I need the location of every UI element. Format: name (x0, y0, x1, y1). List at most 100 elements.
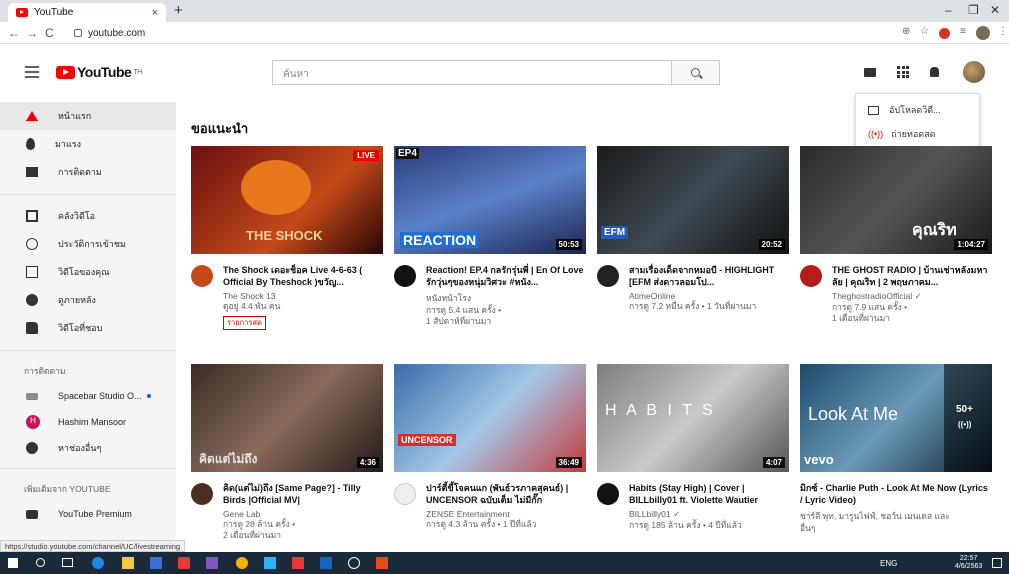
video-title[interactable]: Reaction! EP.4 กลรักรุ่นพี่ | En Of Love… (426, 264, 588, 288)
minimize-icon[interactable]: – (945, 3, 952, 17)
close-window-icon[interactable]: ✕ (990, 3, 1000, 17)
channel-name[interactable]: The Shock 13 (223, 291, 385, 301)
powerpoint-icon[interactable] (376, 557, 388, 569)
channel-avatar[interactable] (394, 265, 416, 287)
apps-grid-icon[interactable] (897, 66, 909, 78)
video-thumbnail[interactable]: Look At Me vevo 50+ ((•)) (800, 364, 992, 472)
video-title[interactable]: ปาร์ตี้ขี้โจคนแก (พันธ์วรภาคสุคนธ์) | UN… (426, 482, 588, 506)
video-title[interactable]: สามเรื่องเด็ดจากหมอบี - HIGHLIGHT [EFM ส… (629, 264, 791, 288)
video-thumbnail[interactable]: EFM 20:52 (597, 146, 789, 254)
account-avatar[interactable] (963, 61, 985, 83)
search-icon[interactable] (36, 558, 45, 567)
task-view-icon[interactable] (62, 558, 73, 567)
video-thumbnail[interactable]: คุณริท 1:04:27 (800, 146, 992, 254)
notifications-icon[interactable] (992, 558, 1002, 568)
notifications-bell-icon[interactable] (930, 67, 939, 77)
library-icon (26, 210, 38, 222)
tab-close-button[interactable]: × (152, 7, 158, 19)
sidebar-item-trending[interactable]: มาแรง (0, 130, 176, 158)
search-input[interactable]: ค้นหา (272, 60, 672, 85)
channel-avatar[interactable] (597, 483, 619, 505)
channel-name[interactable]: ZENSE Entertainment (426, 509, 588, 519)
youtube-logo[interactable]: YouTube TH (56, 64, 142, 80)
channel-name[interactable]: TheghostradioOfficial ✓ (832, 291, 994, 302)
video-thumbnail[interactable]: คิดแต่ไม่ถึง 4:36 (191, 364, 383, 472)
sidebar-item-watch-later[interactable]: ดูภายหลัง (0, 286, 176, 314)
address-bar[interactable]: youtube.com (74, 24, 874, 42)
clock[interactable]: 22:57 4/6/2563 (955, 555, 982, 571)
video-meta: มิกซ์ - Charlie Puth - Look At Me Now (L… (800, 482, 992, 534)
channel-name[interactable]: Gene Lab (223, 509, 385, 519)
playlist-count: 50+ (956, 404, 973, 415)
sidebar-item-liked-videos[interactable]: วิดีโอที่ชอบ (0, 314, 176, 342)
app-icon[interactable] (348, 557, 360, 569)
sidebar-item-label: วิดีโอของคุณ (58, 267, 110, 277)
video-thumbnail[interactable]: H A B I T S 4:07 (597, 364, 789, 472)
search-button[interactable] (672, 60, 720, 85)
video-thumbnail[interactable]: UNCENSOR 36:49 (394, 364, 586, 472)
video-duration: 4:07 (762, 457, 785, 468)
video-title[interactable]: Habits (Stay High) | Cover | BILLbilly01… (629, 482, 791, 506)
zoom-icon[interactable]: ⊕ (902, 26, 910, 37)
subscriptions-icon (26, 167, 38, 177)
sidebar-item-history[interactable]: ประวัติการเข้าชม (0, 230, 176, 258)
channel-name[interactable]: ชาร์ลี พุท, มารูนไฟฟ์, ชอว์น เมนเดส และ (800, 509, 992, 523)
video-title[interactable]: มิกซ์ - Charlie Puth - Look At Me Now (L… (800, 482, 992, 506)
chrome-icon[interactable] (236, 557, 248, 569)
video-thumbnail[interactable]: THE SHOCK LIVE (191, 146, 383, 254)
sidebar-item-label: หน้าแรก (58, 111, 92, 121)
browser-tab[interactable]: YouTube × (8, 3, 166, 22)
sidebar-item-label: YouTube Premium (58, 509, 132, 519)
sidebar-sub-spacebar[interactable]: Spacebar Studio O... (0, 382, 176, 410)
queue-icon[interactable]: ≡ (960, 26, 966, 37)
channel-name[interactable]: BILLbilly01 ✓ (629, 509, 791, 520)
back-icon[interactable]: ← (8, 26, 20, 40)
sidebar-browse-channels[interactable]: หาช่องอื่นๆ (0, 434, 176, 462)
reload-icon[interactable]: C (45, 26, 54, 40)
windows-start-icon[interactable] (8, 558, 18, 568)
history-icon (26, 238, 38, 250)
channel-avatar[interactable] (191, 265, 213, 287)
store-icon[interactable] (150, 557, 162, 569)
sidebar: หน้าแรก มาแรง การติดตาม คลังวิดีโอ ประวั… (0, 102, 176, 542)
channel-avatar[interactable] (191, 483, 213, 505)
channel-avatar[interactable] (394, 483, 416, 505)
go-live-item[interactable]: ((•)) ถ่ายทอดสด (856, 122, 979, 146)
profile-avatar-icon[interactable] (976, 26, 990, 40)
mail-icon[interactable] (264, 557, 276, 569)
media-icon[interactable] (178, 557, 190, 569)
sidebar-item-subscriptions[interactable]: การติดตาม (0, 158, 176, 186)
sidebar-item-your-videos[interactable]: วิดีโอของคุณ (0, 258, 176, 286)
upload-video-item[interactable]: อัปโหลดวิดี... (856, 98, 979, 122)
channel-avatar[interactable] (597, 265, 619, 287)
app-icon[interactable] (206, 557, 218, 569)
video-meta: Habits (Stay High) | Cover | BILLbilly01… (629, 482, 791, 531)
video-title[interactable]: THE GHOST RADIO | บ้านเช่าหลังมหาลัย | ค… (832, 264, 994, 288)
pdf-icon[interactable] (292, 557, 304, 569)
browser-menu-icon[interactable]: ⋮ (998, 26, 1008, 37)
sidebar-item-library[interactable]: คลังวิดีโอ (0, 202, 176, 230)
tray-language[interactable]: ENG (880, 559, 897, 568)
sidebar-item-home[interactable]: หน้าแรก (0, 102, 176, 130)
maximize-icon[interactable]: ❐ (968, 3, 979, 17)
logo-text: YouTube (77, 64, 132, 80)
word-icon[interactable] (320, 557, 332, 569)
new-tab-button[interactable]: + (174, 2, 183, 19)
edge-icon[interactable] (92, 557, 104, 569)
extension-icon[interactable] (939, 28, 950, 39)
channel-name[interactable]: AtimeOnline (629, 291, 791, 301)
sidebar-item-premium[interactable]: YouTube Premium (0, 500, 176, 528)
video-stats: การดู 7.9 แสน ครั้ง • (832, 302, 908, 312)
bookmark-star-icon[interactable]: ☆ (920, 26, 929, 37)
video-title[interactable]: The Shock เดอะช็อค Live 4-6-63 ( Officia… (223, 264, 385, 288)
upload-icon (868, 105, 879, 115)
file-explorer-icon[interactable] (122, 557, 134, 569)
channel-name[interactable]: หนังหน้าโรง (426, 291, 588, 305)
sidebar-sub-hashim[interactable]: H Hashim Mansoor (0, 408, 176, 436)
forward-icon[interactable]: → (26, 26, 38, 40)
video-thumbnail[interactable]: EP4 REACTION 50:53 (394, 146, 586, 254)
create-video-icon[interactable] (864, 68, 876, 77)
video-title[interactable]: คิด(แต่ไม่)ถึง [Same Page?] - Tilly Bird… (223, 482, 385, 506)
menu-icon[interactable] (25, 66, 39, 81)
channel-avatar[interactable] (800, 265, 822, 287)
